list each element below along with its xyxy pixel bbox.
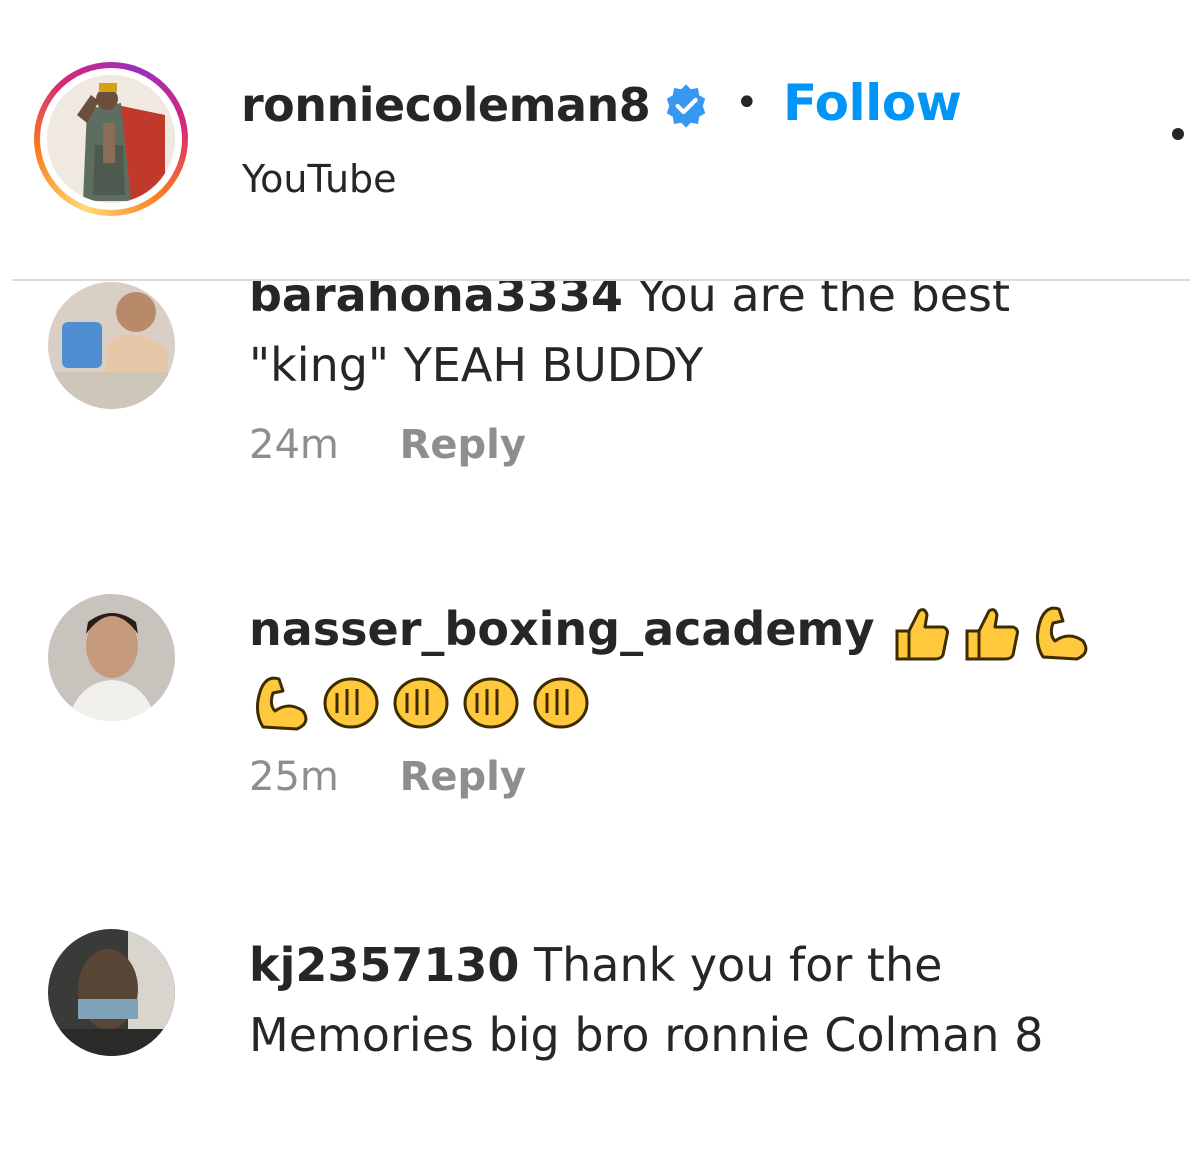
commenter-avatar[interactable] [48,282,175,409]
commenter-photo-icon [48,594,175,721]
more-options-icon[interactable] [1172,128,1184,140]
commenter-photo-icon [48,929,175,1056]
reply-button[interactable]: Reply [400,422,526,468]
flexed-biceps-icon [256,676,308,731]
post-header: ronniecoleman8 • Follow YouTube [0,0,1200,280]
comment-time: 24m [249,422,339,468]
separator-dot: • [735,80,759,126]
reply-button[interactable]: Reply [400,754,526,800]
comment-meta: 24m Reply [249,422,526,468]
king-figure-icon [47,75,173,201]
follow-button[interactable]: Follow [783,74,962,132]
thumbs-up-icon [895,607,950,660]
commenter-avatar[interactable] [48,929,175,1056]
commenter-avatar[interactable] [48,594,175,721]
verified-badge-icon [666,84,706,128]
comment-time: 25m [249,754,339,800]
flexed-biceps-icon [1036,606,1088,660]
author-subtitle: YouTube [242,157,397,201]
oncoming-fist-icon [323,677,379,729]
comments-list: barahona3334 You are the best "king" YEA… [0,281,1200,1131]
comment-meta: 25m Reply [249,754,526,800]
comment-content: nasser_boxing_academy [249,594,1149,735]
emoji-group [249,671,599,735]
comment-username[interactable]: barahona3334 [249,281,623,322]
oncoming-fist-icon [393,677,449,729]
avatar-ring-inner [40,68,182,210]
commenter-photo-icon [48,282,175,409]
author-avatar-image [47,75,175,203]
thumbs-up-icon [965,607,1020,660]
emoji-group [889,601,1099,665]
comment-username[interactable]: kj2357130 [249,938,519,992]
author-username[interactable]: ronniecoleman8 [241,78,651,132]
comment-content: barahona3334 You are the best "king" YEA… [249,281,1149,400]
author-avatar[interactable] [34,62,188,216]
oncoming-fist-icon [533,677,589,729]
oncoming-fist-icon [463,677,519,729]
comment-content: kj2357130 Thank you for the Memories big… [249,930,1149,1070]
comment-username[interactable]: nasser_boxing_academy [249,602,874,656]
